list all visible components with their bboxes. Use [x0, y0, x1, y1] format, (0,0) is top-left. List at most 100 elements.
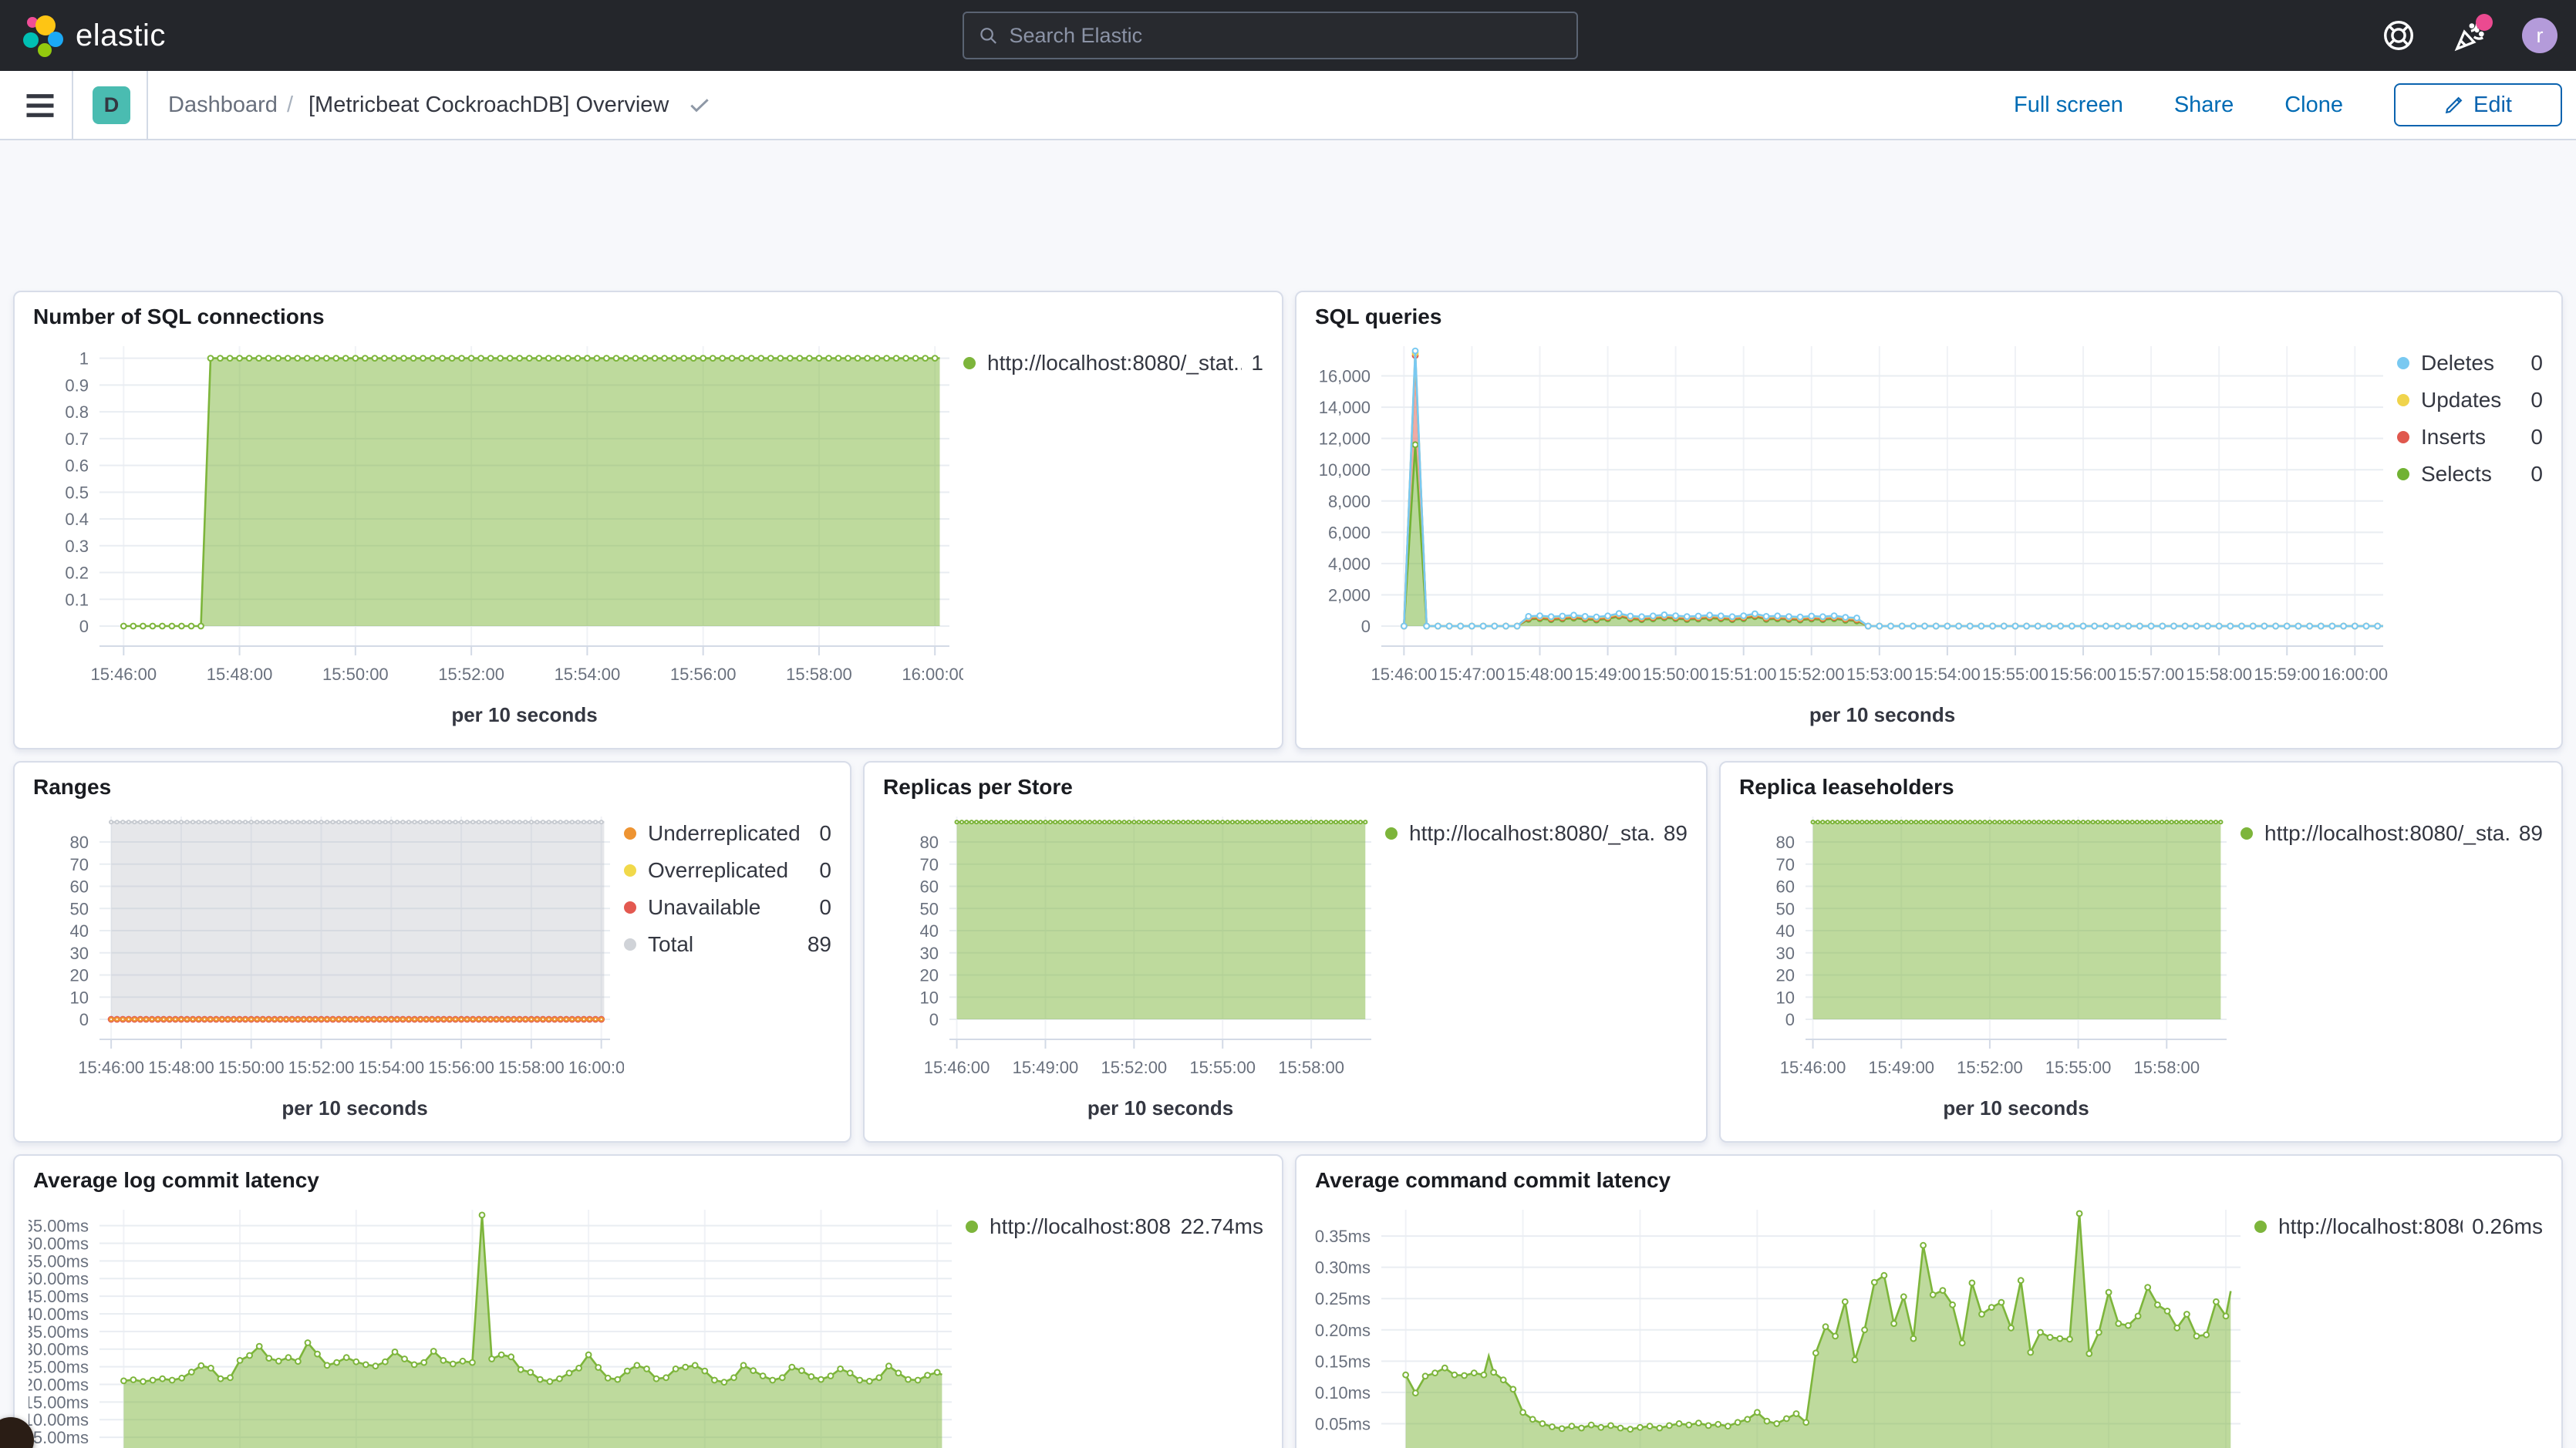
- svg-text:15:57:00: 15:57:00: [2118, 665, 2184, 684]
- svg-text:80: 80: [920, 833, 939, 852]
- clone-button[interactable]: Clone: [2284, 93, 2343, 118]
- legend-label: http://localhost:8080/_stat...: [987, 351, 1242, 375]
- help-button[interactable]: [2380, 17, 2417, 54]
- svg-text:8,000: 8,000: [1328, 492, 1371, 511]
- chart-legend: http://localhost:8080/_sta...89: [2241, 800, 2547, 1129]
- svg-text:15:47:00: 15:47:00: [1439, 665, 1505, 684]
- svg-text:15:52:00: 15:52:00: [1779, 665, 1845, 684]
- panel-title[interactable]: Average log commit latency: [29, 1168, 1268, 1193]
- svg-text:0: 0: [1361, 617, 1371, 636]
- chart-canvas[interactable]: 0102030405060708015:46:0015:49:0015:52:0…: [1735, 800, 2241, 1129]
- svg-text:per 10 seconds: per 10 seconds: [282, 1096, 427, 1120]
- legend-item[interactable]: Deletes 0: [2397, 351, 2543, 375]
- legend-item[interactable]: Overreplicated0: [624, 858, 831, 883]
- svg-text:20.00ms: 20.00ms: [29, 1375, 89, 1394]
- svg-text:10: 10: [920, 988, 939, 1007]
- svg-text:0.9: 0.9: [65, 375, 89, 395]
- legend-value: 89: [808, 932, 831, 957]
- legend-item[interactable]: Selects0: [2397, 462, 2543, 487]
- panel-title[interactable]: Average command commit latency: [1310, 1168, 2547, 1193]
- breadcrumb-dashboard[interactable]: Dashboard: [168, 71, 278, 139]
- panel-average-log-commit-latency: Average log commit latency 0.00ms5.00ms1…: [13, 1154, 1283, 1448]
- legend-item[interactable]: Total89: [624, 932, 831, 957]
- chart-legend: Underreplicated0 Overreplicated0 Unavailab…: [624, 800, 836, 1129]
- chart-plot[interactable]: 0.00ms5.00ms10.00ms15.00ms20.00ms25.00ms…: [29, 1193, 966, 1448]
- toolbar-divider: [72, 71, 73, 139]
- chart-canvas[interactable]: 0.00ms0.05ms0.10ms0.15ms0.20ms0.25ms0.30…: [1310, 1193, 2254, 1448]
- svg-text:30.00ms: 30.00ms: [29, 1340, 89, 1359]
- legend-item[interactable]: Unavailable0: [624, 895, 831, 920]
- chart-canvas[interactable]: 0102030405060708015:46:0015:48:0015:50:0…: [29, 800, 624, 1129]
- legend-item[interactable]: http://localhost:808...22.74ms: [966, 1214, 1263, 1239]
- legend-value: 0: [2530, 425, 2543, 450]
- svg-text:30: 30: [1776, 944, 1795, 963]
- svg-text:55.00ms: 55.00ms: [29, 1251, 89, 1271]
- svg-text:15:55:00: 15:55:00: [1982, 665, 2048, 684]
- global-search[interactable]: [963, 12, 1578, 59]
- svg-text:0.35ms: 0.35ms: [1315, 1227, 1371, 1246]
- chart-plot[interactable]: 0.00ms0.05ms0.10ms0.15ms0.20ms0.25ms0.30…: [1310, 1193, 2254, 1448]
- page-title: [Metricbeat CockroachDB] Overview: [309, 93, 669, 118]
- edit-button[interactable]: Edit: [2394, 83, 2562, 126]
- svg-text:30: 30: [70, 944, 89, 963]
- legend-item[interactable]: http://localhost:8080/_sta...89: [2241, 821, 2543, 846]
- svg-text:15:59:00: 15:59:00: [2254, 665, 2320, 684]
- life-ring-icon: [2381, 18, 2416, 53]
- legend-label: Selects: [2421, 462, 2521, 487]
- svg-text:2,000: 2,000: [1328, 585, 1371, 604]
- legend-swatch: [966, 1221, 978, 1233]
- chart-plot[interactable]: 02,0004,0006,0008,00010,00012,00014,0001…: [1310, 329, 2397, 736]
- svg-text:16:00:00: 16:00:00: [568, 1058, 624, 1077]
- chart-plot[interactable]: 0102030405060708015:46:0015:48:0015:50:0…: [29, 800, 624, 1129]
- legend-label: Updates: [2421, 388, 2521, 413]
- elastic-logo[interactable]: elastic: [0, 14, 166, 57]
- panel-title[interactable]: Ranges: [29, 775, 836, 800]
- app-header: elastic: [0, 0, 2576, 71]
- newsfeed-button[interactable]: [2451, 17, 2488, 54]
- panel-title[interactable]: Replicas per Store: [878, 775, 1692, 800]
- legend-label: Deletes: [2421, 351, 2521, 375]
- legend-swatch: [2397, 468, 2409, 480]
- search-input[interactable]: [1010, 24, 1563, 48]
- svg-text:15:56:00: 15:56:00: [670, 665, 737, 684]
- share-button[interactable]: Share: [2174, 93, 2234, 118]
- chart-canvas[interactable]: 0.00ms5.00ms10.00ms15.00ms20.00ms25.00ms…: [29, 1193, 966, 1448]
- chart-canvas[interactable]: 00.10.20.30.40.50.60.70.80.9115:46:0015:…: [29, 329, 963, 736]
- legend-swatch: [624, 938, 636, 951]
- legend-item[interactable]: http://localhost:8080/_stat...1: [963, 351, 1263, 375]
- fullscreen-button[interactable]: Full screen: [2014, 93, 2123, 118]
- svg-text:65.00ms: 65.00ms: [29, 1217, 89, 1236]
- legend-swatch: [624, 827, 636, 840]
- svg-text:0: 0: [1785, 1010, 1795, 1029]
- svg-text:per 10 seconds: per 10 seconds: [1943, 1096, 2089, 1120]
- svg-text:15:55:00: 15:55:00: [2045, 1058, 2112, 1077]
- svg-text:0.6: 0.6: [65, 456, 89, 476]
- svg-text:15:46:00: 15:46:00: [90, 665, 157, 684]
- panel-title[interactable]: Number of SQL connections: [29, 305, 1268, 329]
- svg-text:15:52:00: 15:52:00: [1957, 1058, 2023, 1077]
- chart-plot[interactable]: 0102030405060708015:46:0015:49:0015:52:0…: [878, 800, 1385, 1129]
- legend-value: 0: [819, 821, 831, 846]
- panel-title[interactable]: Replica leaseholders: [1735, 775, 2547, 800]
- legend-item[interactable]: Updates0: [2397, 388, 2543, 413]
- dashboard-toolbar: D Dashboard / [Metricbeat CockroachDB] O…: [0, 71, 2576, 140]
- legend-item[interactable]: Inserts0: [2397, 425, 2543, 450]
- legend-value: 0: [2530, 351, 2543, 375]
- dashboard-badge[interactable]: D: [93, 86, 130, 124]
- legend-item[interactable]: http://localhost:8080...0.26ms: [2254, 1214, 2543, 1239]
- chart-plot[interactable]: 0102030405060708015:46:0015:49:0015:52:0…: [1735, 800, 2241, 1129]
- menu-button[interactable]: [23, 89, 57, 122]
- chart-canvas[interactable]: 02,0004,0006,0008,00010,00012,00014,0001…: [1310, 329, 2397, 736]
- panel-title[interactable]: SQL queries: [1310, 305, 2547, 329]
- check-icon[interactable]: [687, 93, 712, 117]
- svg-text:0: 0: [79, 617, 89, 636]
- legend-item[interactable]: http://localhost:8080/_sta...89: [1385, 821, 1688, 846]
- svg-text:25.00ms: 25.00ms: [29, 1358, 89, 1377]
- chart-plot[interactable]: 00.10.20.30.40.50.60.70.80.9115:46:0015:…: [29, 329, 963, 736]
- svg-text:10.00ms: 10.00ms: [29, 1410, 89, 1429]
- hamburger-icon: [23, 89, 57, 122]
- legend-item[interactable]: Underreplicated0: [624, 821, 831, 846]
- svg-text:15:48:00: 15:48:00: [1507, 665, 1573, 684]
- chart-canvas[interactable]: 0102030405060708015:46:0015:49:0015:52:0…: [878, 800, 1385, 1129]
- user-avatar[interactable]: r: [2522, 18, 2557, 53]
